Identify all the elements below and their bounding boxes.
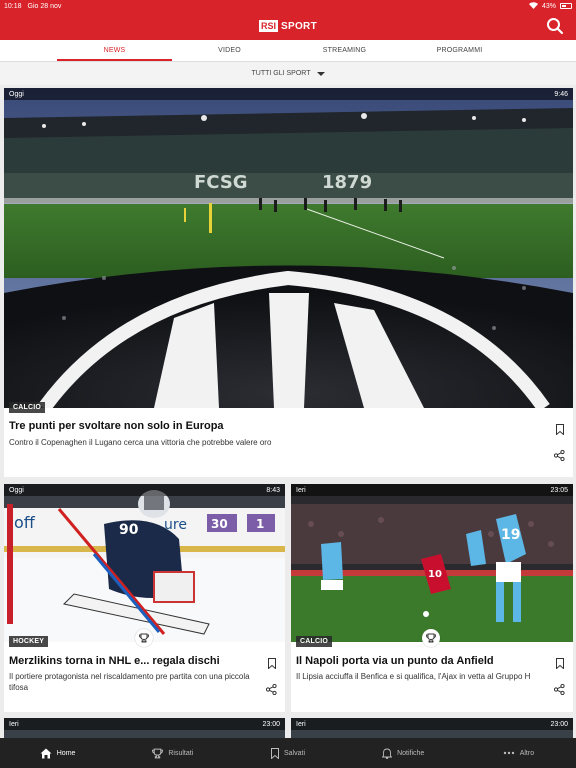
- sport-filter-dropdown[interactable]: TUTTI GLI SPORT: [0, 62, 576, 85]
- logo-sport: SPORT: [281, 20, 317, 32]
- calcio-jersey-number: 19: [501, 527, 520, 543]
- article-card-next-left[interactable]: Ieri 23:00: [4, 718, 285, 738]
- app-header: RSI SPORT: [0, 12, 576, 40]
- logo-rsi: RSI: [259, 20, 279, 32]
- article-card-hockey[interactable]: off ure 30 1 90 Oggi 8:43 HOCKEY Merzlik…: [4, 484, 285, 712]
- calcio-description: Il Lipsia acciuffa il Benfica e si quali…: [296, 672, 531, 681]
- more-icon: [503, 751, 514, 755]
- dropdown-arrow-icon: [316, 71, 325, 76]
- bottom-navigation: Home Risultati Salvati Notifiche Altro: [0, 738, 576, 768]
- status-time: 10:18: [4, 2, 22, 10]
- share-icon[interactable]: [554, 450, 565, 461]
- trophy-icon[interactable]: [422, 629, 440, 647]
- nav-home[interactable]: Home: [0, 748, 115, 759]
- section-tabs: NEWS VIDEO STREAMING PROGRAMMI: [0, 40, 576, 62]
- rsi-sport-logo: RSI SPORT: [259, 20, 317, 32]
- hockey-article-image: off ure 30 1 90: [4, 484, 285, 642]
- trophy-icon[interactable]: [135, 629, 153, 647]
- hockey-time: 8:43: [266, 486, 280, 494]
- calcio-jersey2-number: 10: [428, 569, 442, 580]
- battery-percent: 43%: [541, 2, 556, 10]
- calcio-article-image: 19 10: [291, 484, 573, 642]
- featured-article-image: FCSG 1879: [4, 88, 573, 408]
- bookmark-icon[interactable]: [556, 658, 564, 669]
- calcio-meta-bar: Ieri 23:05: [291, 484, 573, 496]
- hockey-day: Oggi: [9, 486, 24, 494]
- nav-altro[interactable]: Altro: [461, 750, 576, 757]
- nav-notifiche-label: Notifiche: [397, 749, 425, 757]
- search-icon: [547, 18, 564, 35]
- calcio-time: 23:05: [550, 486, 568, 494]
- next-right-time: 23:00: [550, 720, 568, 728]
- bell-icon: [382, 748, 393, 759]
- share-icon[interactable]: [266, 684, 277, 695]
- nav-salvati-label: Salvati: [284, 749, 306, 757]
- search-button[interactable]: [546, 17, 564, 35]
- bookmark-icon[interactable]: [268, 658, 276, 669]
- tab-streaming[interactable]: STREAMING: [287, 40, 402, 61]
- status-bar: 10:18 Gio 28 nov 43%: [0, 0, 576, 12]
- nav-notifiche[interactable]: Notifiche: [346, 748, 461, 759]
- nav-salvati[interactable]: Salvati: [230, 747, 345, 759]
- nav-risultati[interactable]: Risultati: [115, 748, 230, 759]
- svg-text:FCSG: FCSG: [194, 172, 248, 193]
- home-icon: [40, 748, 52, 758]
- svg-text:off: off: [14, 513, 36, 532]
- sport-filter-label: TUTTI GLI SPORT: [251, 70, 311, 77]
- bookmark-icon[interactable]: [556, 424, 564, 435]
- share-icon[interactable]: [554, 684, 565, 695]
- nav-home-label: Home: [56, 749, 76, 757]
- article-card-calcio[interactable]: 19 10 Ieri 23:05 CALCIO Il Napoli porta …: [291, 484, 573, 712]
- tab-video[interactable]: VIDEO: [172, 40, 287, 61]
- bookmark-icon: [271, 747, 279, 759]
- status-date: Gio 28 nov: [27, 2, 62, 10]
- calcio-day: Ieri: [296, 486, 306, 494]
- board-number-2: 1: [256, 517, 264, 531]
- next-left-day: Ieri: [9, 720, 19, 728]
- featured-meta-bar: Oggi 9:46: [4, 88, 573, 100]
- next-left-meta-bar: Ieri 23:00: [4, 718, 285, 730]
- featured-article-card[interactable]: FCSG 1879 Oggi 9:46 CALCIO Tre punti per…: [4, 88, 573, 477]
- wifi-icon: [528, 1, 538, 11]
- stadium-year: 1879: [322, 172, 372, 193]
- battery-icon: [560, 3, 572, 9]
- tab-programmi[interactable]: PROGRAMMI: [402, 40, 517, 61]
- article-card-next-right[interactable]: Ieri 23:00: [291, 718, 573, 738]
- calcio-title[interactable]: Il Napoli porta via un punto da Anfield: [296, 655, 546, 667]
- board-number-1: 30: [211, 517, 228, 531]
- featured-title[interactable]: Tre punti per svoltare non solo in Europ…: [9, 420, 529, 432]
- featured-description: Contro il Copenaghen il Lugano cerca una…: [9, 438, 272, 447]
- calcio-category-badge: CALCIO: [296, 636, 333, 647]
- featured-day: Oggi: [9, 90, 24, 98]
- next-left-time: 23:00: [262, 720, 280, 728]
- hockey-description: Il portiere protagonista nel riscaldamen…: [9, 672, 250, 692]
- next-right-day: Ieri: [296, 720, 306, 728]
- hockey-title[interactable]: Merzlikins torna in NHL e... regala disc…: [9, 655, 259, 667]
- featured-time: 9:46: [554, 90, 568, 98]
- nav-risultati-label: Risultati: [168, 749, 194, 757]
- featured-category-badge: CALCIO: [9, 402, 46, 413]
- nav-altro-label: Altro: [519, 749, 535, 757]
- trophy-icon: [152, 748, 164, 758]
- tab-news[interactable]: NEWS: [57, 40, 172, 61]
- hockey-category-badge: HOCKEY: [9, 636, 49, 647]
- hockey-jersey-number: 90: [119, 522, 139, 538]
- hockey-meta-bar: Oggi 8:43: [4, 484, 285, 496]
- next-right-meta-bar: Ieri 23:00: [291, 718, 573, 730]
